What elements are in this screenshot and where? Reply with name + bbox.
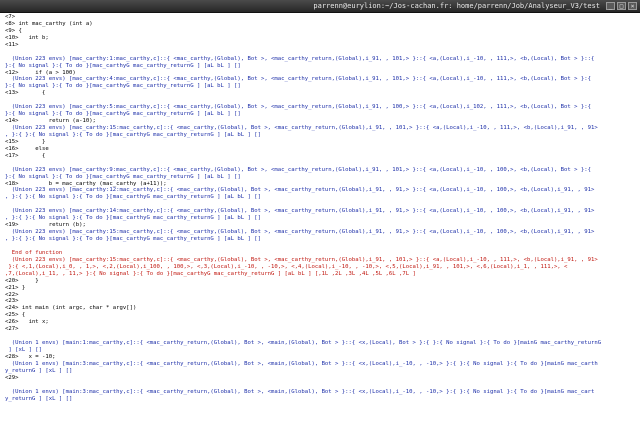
- terminal-line: (Union 223 envs) [mac_carthy:15:mac_cart…: [5, 229, 595, 236]
- terminal-line: (Union 223 envs) [mac_carthy:15:mac_cart…: [5, 125, 598, 131]
- terminal-line: (Union 223 envs) [mac_carthy:1:mac_carth…: [5, 55, 595, 62]
- terminal-line: ] [xL ] []: [5, 347, 43, 353]
- window-controls: _ □ ×: [606, 2, 637, 10]
- window-title-bar[interactable]: parrenn@eurylion:~/Jos-cachan.fr: home/p…: [0, 0, 640, 13]
- terminal-line: (Union 223 envs) [mac_carthy:15:mac_cart…: [5, 256, 598, 263]
- terminal-line: (Union 1 envs) [main:3:mac_carthy,c]::{ …: [5, 388, 595, 395]
- terminal-line: , }:{ }:{ No signal }:{ To do }[mac_cart…: [5, 194, 261, 201]
- terminal-line: <21> }: [5, 284, 26, 291]
- terminal-output[interactable]: <7> <8> int mac_carthy (int a) <9> {<10> i…: [5, 14, 633, 446]
- terminal-line: , }:{ }:{ No signal }:{ To do }[mac_cart…: [5, 131, 261, 138]
- terminal-line: }:{ No signal }:{ To do }[mac_carthyG ma…: [5, 111, 241, 118]
- terminal-line: End of function: [5, 249, 63, 256]
- terminal-line: <9> {: [5, 27, 22, 34]
- terminal-line: <24> int main (int argc, char * argv[]): [5, 305, 137, 312]
- terminal-line: , }:{ }:{ No signal }:{ To do }[mac_cart…: [5, 236, 261, 242]
- terminal-line: (Union 223 envs) [mac_carthy:9:mac_carth…: [5, 166, 591, 173]
- window-title: parrenn@eurylion:~/Jos-cachan.fr: home/p…: [313, 2, 600, 10]
- terminal-line: <15> }: [5, 138, 46, 145]
- terminal-line: <8> int mac_carthy (int a): [5, 20, 93, 27]
- terminal-line: y_returnG ] [xL ] []: [5, 367, 73, 374]
- terminal-line: (Union 223 envs) [mac_carthy:14:mac_cart…: [5, 208, 595, 215]
- terminal-line: <12> if (a > 100): [5, 69, 76, 76]
- terminal-line: <25> {: [5, 312, 26, 319]
- terminal-line: , }:{ }:{ No signal }:{ To do }[mac_cart…: [5, 215, 261, 222]
- terminal-line: }:{ No signal }:{ To do }[mac_carthyG ma…: [5, 83, 241, 90]
- terminal-line: (Union 1 envs) [main:1:mac_carthy,c]::{ …: [5, 340, 602, 347]
- terminal-line: }:{ No signal }:{ To do }[mac_carthyG ma…: [5, 173, 241, 180]
- maximize-button[interactable]: □: [617, 2, 626, 10]
- terminal-line: }:{ No signal }:{ To do }[mac_carthyG ma…: [5, 62, 241, 69]
- terminal-line: (Union 223 envs) [mac_carthy:5:mac_carth…: [5, 104, 591, 111]
- terminal-line: <29>: [5, 374, 19, 381]
- terminal-line: <27>: [5, 326, 19, 333]
- terminal-line: <28> x = -10;: [5, 353, 56, 360]
- terminal-line: y_returnG ] [xL ] []: [5, 395, 73, 402]
- terminal-line: <26> int x;: [5, 319, 49, 326]
- terminal-line: (Union 223 envs) [mac_carthy:12:mac_cart…: [5, 187, 595, 194]
- terminal-line: <14> return (a-10);: [5, 118, 96, 125]
- terminal-line: <13> {: [5, 90, 46, 97]
- terminal-line: <19> return (b);: [5, 222, 86, 229]
- terminal-line: <17> {: [5, 152, 46, 159]
- terminal-line: (Union 223 envs) [mac_carthy:4:mac_carth…: [5, 76, 591, 83]
- terminal-line: <20> }: [5, 277, 39, 284]
- terminal-line: ,7,(Local),i_11, , 11,> }:{ No signal }:…: [5, 270, 416, 277]
- minimize-button[interactable]: _: [606, 2, 615, 10]
- terminal-line: <16> else: [5, 145, 49, 152]
- terminal-line: <7>: [5, 14, 16, 20]
- terminal-line: <22>: [5, 291, 19, 298]
- terminal-line: <18> b = mac_carthy (mac_carthy (a+11));: [5, 180, 167, 187]
- terminal-line: <11>: [5, 41, 19, 48]
- terminal-line: }:{ <,1,(Local),i_0, , 1,>, <,2,(Local),…: [5, 263, 568, 270]
- terminal-line: <10> int b;: [5, 34, 49, 41]
- terminal-line: <23>: [5, 298, 19, 305]
- terminal-line: (Union 1 envs) [main:3:mac_carthy,c]::{ …: [5, 360, 598, 367]
- close-button[interactable]: ×: [628, 2, 637, 10]
